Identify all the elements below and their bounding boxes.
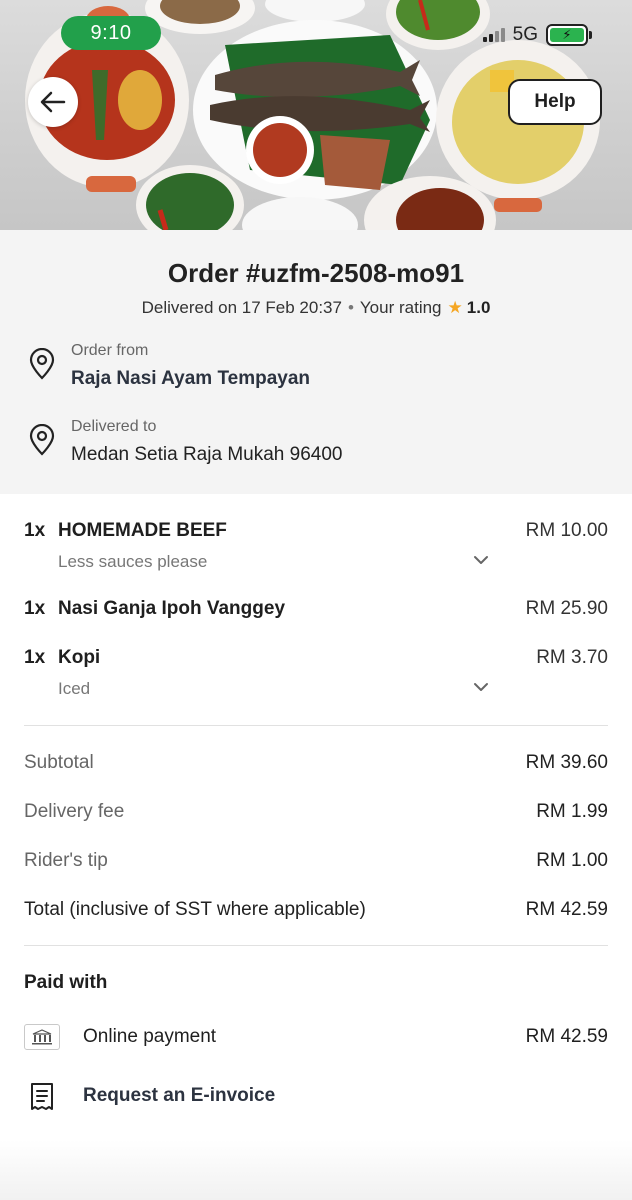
item-name: Nasi Ganja Ipoh Vanggey xyxy=(58,598,286,619)
signal-icon xyxy=(482,28,505,42)
subtotal-value: RM 39.60 xyxy=(525,752,608,773)
item-price: RM 3.70 xyxy=(536,647,608,668)
star-icon: ★ xyxy=(447,298,463,317)
divider xyxy=(24,945,608,946)
bank-icon xyxy=(24,1024,60,1050)
payment-method: Online payment xyxy=(83,1026,217,1047)
back-button[interactable] xyxy=(28,77,78,127)
order-subtitle: Delivered on 17 Feb 20:37 • Your rating ★ 1.… xyxy=(141,298,491,317)
rating-label: Your rating xyxy=(359,298,442,317)
chevron-down-icon[interactable] xyxy=(472,681,490,693)
chevron-down-icon[interactable] xyxy=(472,554,490,566)
restaurant-name[interactable]: Raja Nasi Ayam Tempayan xyxy=(71,368,310,390)
divider xyxy=(24,725,608,726)
paid-with-title: Paid with xyxy=(24,972,108,993)
order-title: Order #uzfm-2508-mo91 xyxy=(167,258,465,288)
delivered-to-label: Delivered to xyxy=(71,418,157,435)
location-pin-icon xyxy=(29,424,55,456)
subtotal-label: Subtotal xyxy=(24,752,94,773)
order-from-block: Order from Raja Nasi Ayam Tempayan xyxy=(28,342,310,390)
receipt-icon xyxy=(31,1083,53,1110)
back-arrow-icon xyxy=(40,91,66,113)
item-name: HOMEMADE BEEF xyxy=(58,520,227,541)
network-label: 5G xyxy=(512,24,538,45)
item-price: RM 10.00 xyxy=(525,520,608,541)
rating-value: 1.0 xyxy=(466,298,491,317)
rider-tip-value: RM 1.00 xyxy=(536,850,608,871)
rider-tip-label: Rider's tip xyxy=(24,850,108,871)
battery-icon: ⚡ xyxy=(546,24,592,46)
total-label: Total (inclusive of SST where applicable… xyxy=(24,899,366,920)
order-from-label: Order from xyxy=(71,342,149,359)
item-note: Iced xyxy=(58,679,91,698)
payment-method-row: Online payment RM 42.59 xyxy=(24,1022,608,1052)
delivery-fee-value: RM 1.99 xyxy=(536,801,608,822)
item-name: Kopi xyxy=(58,647,101,668)
item-qty: 1x xyxy=(24,598,46,619)
delivered-to-block: Delivered to Medan Setia Raja Mukah 9640… xyxy=(28,418,342,466)
delivered-date: Delivered on 17 Feb 20:37 xyxy=(141,298,342,317)
item-price: RM 25.90 xyxy=(525,598,608,619)
help-button[interactable]: Help xyxy=(508,79,602,125)
order-item[interactable]: 1x Kopi RM 3.70 Iced xyxy=(24,647,608,698)
status-time: 9:10 xyxy=(61,16,161,50)
item-note: Less sauces please xyxy=(58,552,208,571)
item-qty: 1x xyxy=(24,647,46,668)
order-item[interactable]: 1x HOMEMADE BEEF RM 10.00 Less sauces pl… xyxy=(24,520,608,571)
total-value: RM 42.59 xyxy=(525,899,608,920)
status-icons: 5G ⚡ xyxy=(482,24,592,46)
item-qty: 1x xyxy=(24,520,46,541)
einvoice-label: Request an E-invoice xyxy=(83,1085,276,1106)
bottom-fade xyxy=(0,1140,632,1200)
request-einvoice-button[interactable]: Request an E-invoice xyxy=(24,1080,424,1114)
order-item: 1x Nasi Ganja Ipoh Vanggey RM 25.90 xyxy=(24,598,608,624)
delivery-fee-label: Delivery fee xyxy=(24,801,125,822)
payment-amount: RM 42.59 xyxy=(525,1026,608,1047)
order-summary-header: Order #uzfm-2508-mo91 Delivered on 17 Fe… xyxy=(0,230,632,494)
location-pin-icon xyxy=(29,348,55,380)
delivery-address: Medan Setia Raja Mukah 96400 xyxy=(71,444,343,465)
